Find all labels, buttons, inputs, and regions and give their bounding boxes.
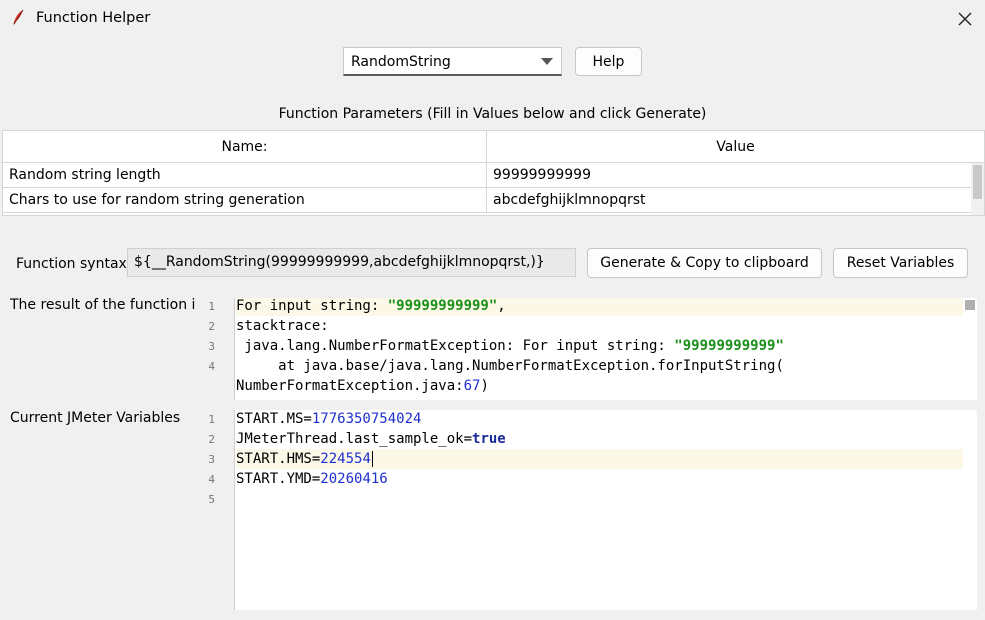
code-line: at java.base/java.lang.NumberFormatExcep… — [236, 358, 784, 374]
table-row: Random string length 99999999999 — [3, 163, 971, 188]
line-number: 1 — [208, 413, 215, 426]
line-number: 3 — [208, 453, 215, 466]
variables-editor[interactable]: 1 2 3 4 5 START.MS=1776350754024 JMeterT… — [196, 410, 977, 610]
line-number: 1 — [208, 300, 215, 313]
chevron-down-icon — [541, 58, 553, 65]
line-number: 4 — [208, 360, 215, 373]
syntax-field[interactable]: ${__RandomString(99999999999,abcdefghijk… — [127, 248, 576, 277]
reset-variables-button[interactable]: Reset Variables — [833, 248, 968, 278]
result-gutter: 1 2 3 4 — [196, 298, 235, 400]
code-line: START.MS=1776350754024 — [236, 411, 422, 427]
param-value-cell[interactable]: 99999999999 — [487, 163, 971, 187]
params-label: Function Parameters (Fill in Values belo… — [278, 106, 707, 122]
generate-copy-button[interactable]: Generate & Copy to clipboard — [587, 248, 822, 278]
variables-gutter: 1 2 3 4 5 — [196, 410, 235, 610]
variables-label: Current JMeter Variables — [10, 410, 181, 426]
code-line: stacktrace: — [236, 318, 329, 334]
close-button[interactable] — [952, 6, 978, 32]
table-row: Chars to use for random string generatio… — [3, 188, 971, 213]
code-line: For input string: "99999999999", — [236, 298, 963, 316]
code-line: java.lang.NumberFormatException: For inp… — [236, 338, 784, 354]
column-header-value[interactable]: Value — [487, 131, 984, 163]
params-scrollbar[interactable] — [971, 163, 984, 215]
feather-icon — [13, 9, 24, 26]
result-editor[interactable]: 1 2 3 4 For input string: "99999999999",… — [196, 298, 977, 400]
result-label: The result of the function is — [10, 297, 203, 313]
title-bar: Function Helper — [0, 0, 985, 38]
line-number: 2 — [208, 433, 215, 446]
code-line: JMeterThread.last_sample_ok=true — [236, 431, 506, 447]
result-scrollbar-thumb[interactable] — [965, 300, 975, 310]
function-select[interactable]: RandomString — [343, 47, 562, 76]
param-name-cell[interactable]: Chars to use for random string generatio… — [3, 188, 487, 212]
help-button[interactable]: Help — [575, 47, 642, 76]
line-number: 2 — [208, 320, 215, 333]
line-number: 3 — [208, 340, 215, 353]
line-number: 5 — [208, 493, 215, 506]
result-scrollbar[interactable] — [963, 298, 977, 400]
params-table: Name: Value Random string length 9999999… — [2, 130, 985, 216]
column-header-name[interactable]: Name: — [3, 131, 487, 163]
close-icon — [958, 12, 972, 26]
code-line: NumberFormatException.java:67) — [236, 378, 489, 394]
line-number: 4 — [208, 473, 215, 486]
function-select-value: RandomString — [351, 54, 451, 70]
window-title: Function Helper — [36, 10, 151, 26]
code-line: START.HMS=224554 — [236, 449, 963, 469]
text-caret — [371, 451, 373, 467]
param-value-cell[interactable]: abcdefghijklmnopqrst — [487, 188, 971, 212]
code-line: START.YMD=20260416 — [236, 471, 388, 487]
syntax-label: Function syntax: — [16, 256, 132, 272]
params-scrollbar-thumb[interactable] — [973, 165, 982, 199]
param-name-cell[interactable]: Random string length — [3, 163, 487, 187]
